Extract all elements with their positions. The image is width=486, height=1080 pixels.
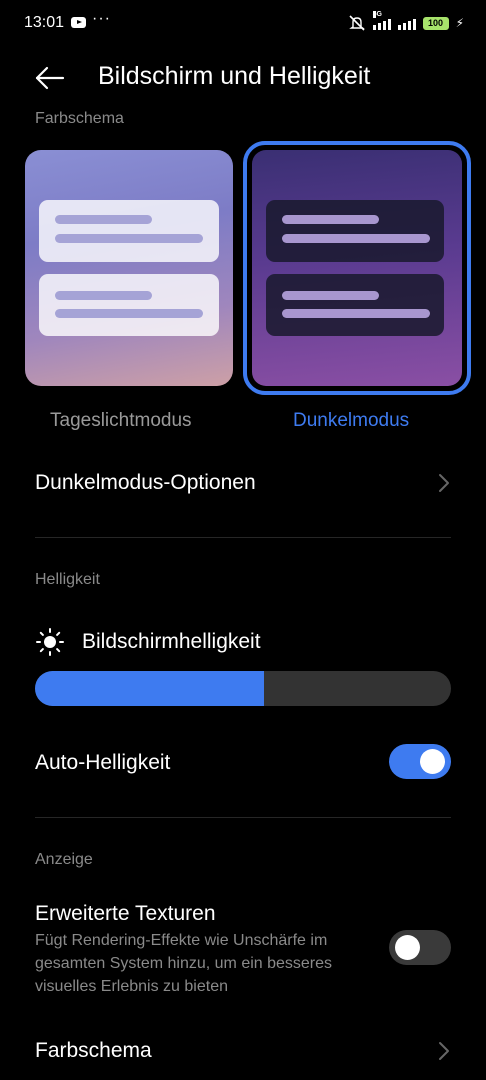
preview-box: [266, 274, 444, 336]
brightness-slider[interactable]: [35, 671, 451, 706]
status-bar: 13:01 ··· 5G 100 ⚡: [0, 0, 486, 46]
section-label-color-scheme: Farbschema: [35, 110, 124, 127]
header: Bildschirm und Helligkeit: [0, 56, 486, 100]
signal-icon: 5G: [372, 11, 391, 30]
divider: [35, 537, 451, 538]
mute-icon: [348, 14, 366, 32]
sun-icon: [35, 627, 65, 657]
more-notifications-icon: ···: [92, 10, 111, 27]
battery-icon: 100: [422, 16, 449, 30]
toggle-knob: [420, 749, 445, 774]
charging-icon: ⚡: [455, 16, 464, 30]
theme-option-light[interactable]: [25, 150, 233, 386]
auto-brightness-label: Auto-Helligkeit: [35, 751, 171, 774]
chevron-right-icon: [438, 473, 450, 493]
section-label-brightness: Helligkeit: [35, 571, 100, 588]
chevron-right-icon: [438, 1041, 450, 1061]
brightness-label: Bildschirmhelligkeit: [82, 630, 261, 653]
theme-label-light[interactable]: Tageslichtmodus: [50, 410, 192, 432]
textures-toggle[interactable]: [389, 930, 451, 965]
divider: [35, 817, 451, 818]
theme-label-dark[interactable]: Dunkelmodus: [293, 410, 409, 432]
settings-screen: 13:01 ··· 5G 100 ⚡ Bildschirm und Hellig…: [0, 0, 486, 1080]
arrow-left-icon[interactable]: [34, 64, 66, 92]
preview-box: [266, 200, 444, 262]
network-type: 5G: [372, 11, 382, 18]
theme-option-dark[interactable]: [243, 141, 471, 395]
section-label-display: Anzeige: [35, 851, 93, 868]
youtube-icon: [71, 17, 86, 28]
page-title: Bildschirm und Helligkeit: [98, 62, 371, 90]
dark-mode-options-row[interactable]: Dunkelmodus-Optionen: [35, 471, 256, 495]
status-icons: 5G 100 ⚡: [348, 11, 464, 34]
textures-description: Fügt Rendering-Effekte wie Unschärfe im …: [35, 932, 333, 995]
color-scheme-row[interactable]: Farbschema: [35, 1039, 152, 1063]
signal-icon-2: [397, 16, 416, 30]
dark-preview: [252, 150, 462, 386]
brightness-slider-fill: [35, 671, 264, 706]
auto-brightness-toggle[interactable]: [389, 744, 451, 779]
preview-box: [39, 200, 219, 262]
preview-box: [39, 274, 219, 336]
status-time: 13:01: [24, 14, 65, 31]
textures-title: Erweiterte Texturen: [35, 902, 216, 925]
toggle-knob: [395, 935, 420, 960]
